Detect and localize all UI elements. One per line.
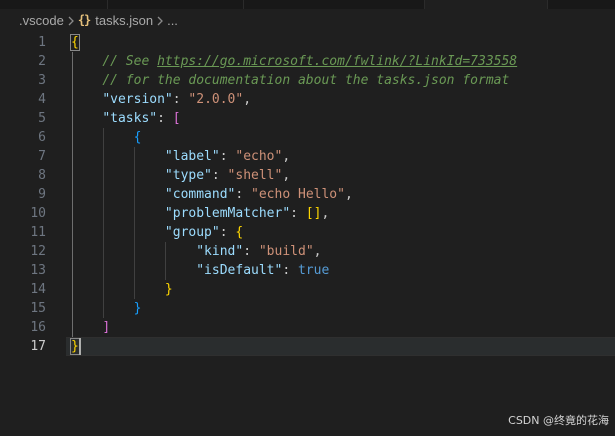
code-line: "isDefault": true bbox=[196, 263, 330, 278]
json-key: "version" bbox=[102, 92, 173, 107]
json-key: "label" bbox=[164, 149, 220, 164]
code-line: // See https://go.microsoft.com/fwlink/?… bbox=[71, 52, 517, 71]
line-number: 3 bbox=[38, 73, 46, 88]
line-number: 4 bbox=[38, 92, 46, 107]
code-line: { bbox=[71, 35, 79, 50]
tab-partial[interactable] bbox=[244, 0, 425, 9]
json-key: "tasks" bbox=[102, 111, 158, 126]
code-line: "command": "echo Hello", bbox=[164, 187, 353, 202]
editor-tab-strip bbox=[0, 0, 615, 9]
line-number: 9 bbox=[38, 187, 46, 202]
line-number: 15 bbox=[30, 301, 46, 316]
breadcrumb-folder[interactable]: .vscode bbox=[19, 13, 64, 28]
json-key: "group" bbox=[164, 225, 220, 240]
code-line: } bbox=[164, 282, 173, 297]
json-string: "echo" bbox=[235, 149, 283, 164]
tab-partial[interactable] bbox=[108, 0, 244, 9]
line-number-active: 17 bbox=[30, 339, 46, 354]
tab-partial[interactable] bbox=[0, 0, 108, 9]
line-number: 5 bbox=[38, 111, 46, 126]
line-number: 14 bbox=[30, 282, 46, 297]
line-number: 6 bbox=[38, 130, 46, 145]
code-line: "version": "2.0.0", bbox=[102, 92, 252, 107]
comment-text: // See bbox=[102, 54, 158, 69]
code-line: ] bbox=[102, 320, 111, 335]
code-line: // for the documentation about the tasks… bbox=[71, 71, 509, 90]
code-line: "problemMatcher": [], bbox=[164, 206, 330, 221]
code-line: "kind": "build", bbox=[196, 244, 322, 259]
json-string: "shell" bbox=[227, 168, 283, 183]
code-line: "label": "echo", bbox=[164, 149, 291, 164]
code-line: "tasks": [ bbox=[102, 111, 181, 126]
code-line: "group": { bbox=[164, 225, 244, 240]
line-number: 12 bbox=[30, 244, 46, 259]
json-key: "command" bbox=[164, 187, 236, 202]
json-string: "build" bbox=[258, 244, 314, 259]
line-number: 8 bbox=[38, 168, 46, 183]
code-line: } bbox=[133, 301, 142, 316]
json-key: "isDefault" bbox=[196, 263, 283, 278]
json-key: "kind" bbox=[196, 244, 244, 259]
code-line: "type": "shell", bbox=[164, 168, 291, 183]
line-number: 13 bbox=[30, 263, 46, 278]
breadcrumb-ellipsis[interactable]: ... bbox=[167, 13, 178, 28]
comment-text: // for the documentation about the tasks… bbox=[102, 73, 510, 88]
line-number: 10 bbox=[30, 206, 46, 221]
line-number: 2 bbox=[38, 54, 46, 69]
code-line-active: } bbox=[71, 339, 79, 354]
json-boolean: true bbox=[297, 263, 330, 278]
line-number: 1 bbox=[38, 35, 46, 50]
text-cursor bbox=[79, 338, 81, 355]
json-key: "type" bbox=[164, 168, 212, 183]
tab-active-partial[interactable] bbox=[425, 0, 548, 9]
line-number: 11 bbox=[30, 225, 46, 240]
current-line-highlight bbox=[66, 337, 615, 356]
breadcrumb-file[interactable]: tasks.json bbox=[95, 13, 153, 28]
watermark-text: CSDN @终竟的花海 bbox=[508, 414, 609, 427]
comment-link[interactable]: https://go.microsoft.com/fwlink/?LinkId=… bbox=[157, 54, 517, 69]
json-string: "echo Hello" bbox=[251, 187, 345, 202]
json-string: "2.0.0" bbox=[188, 92, 244, 107]
json-file-icon: {} bbox=[77, 13, 91, 27]
line-number: 16 bbox=[30, 320, 46, 335]
line-number: 7 bbox=[38, 149, 46, 164]
json-key: "problemMatcher" bbox=[164, 206, 291, 221]
code-editor[interactable]: 1 2 3 4 5 6 7 8 9 10 11 12 13 14 15 16 1… bbox=[0, 31, 615, 436]
chevron-right-icon bbox=[64, 13, 78, 28]
chevron-right-icon bbox=[153, 13, 167, 28]
code-line: { bbox=[133, 130, 142, 145]
breadcrumb: .vscode {} tasks.json ... bbox=[0, 9, 615, 31]
